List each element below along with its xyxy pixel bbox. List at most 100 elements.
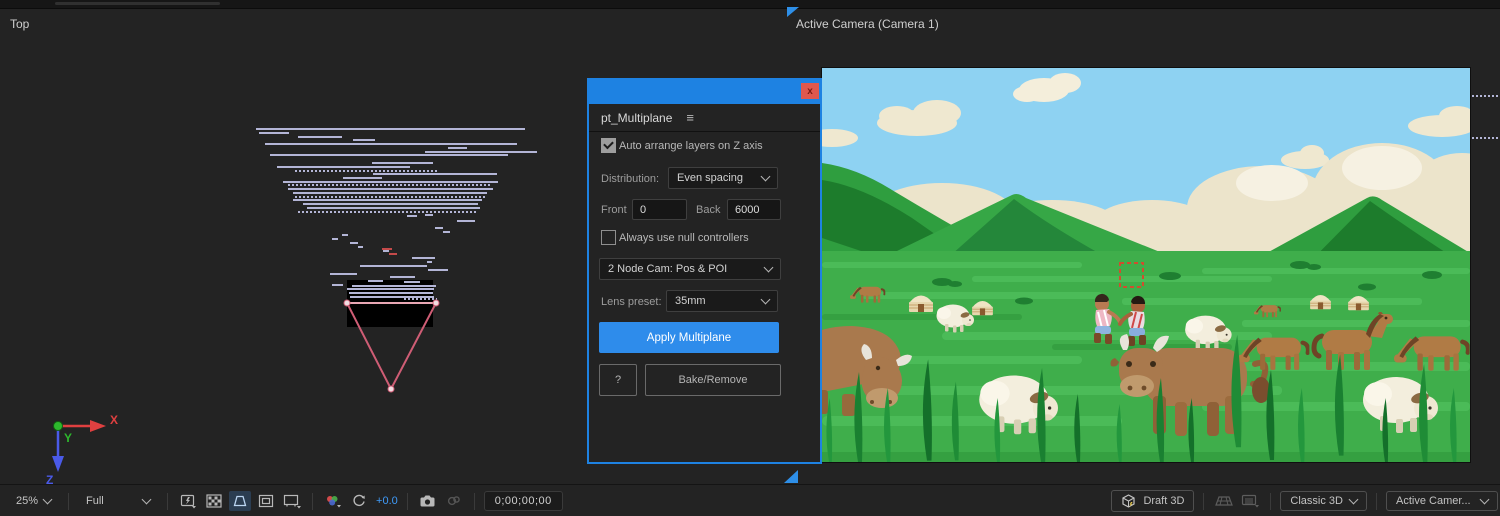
layer-wireframe-line <box>372 162 433 164</box>
camera-frustum[interactable] <box>340 296 444 396</box>
layer-wireframe-line <box>342 234 348 236</box>
layer-wireframe-line <box>1472 137 1500 139</box>
panel-titlebar[interactable]: x <box>587 78 822 104</box>
active-view-marker-bottom <box>784 470 798 483</box>
bake-remove-button[interactable]: Bake/Remove <box>645 364 781 396</box>
chevron-down-icon <box>760 294 771 305</box>
composition-view[interactable] <box>821 67 1471 463</box>
composition-toolbar: 25% Full +0.0 0;00;00;00 Draft 3D Classi… <box>0 484 1500 516</box>
ground-plane-icon[interactable] <box>1213 491 1235 511</box>
z-axis-arrow <box>52 456 64 472</box>
layer-wireframe-line <box>435 227 443 229</box>
help-button[interactable]: ? <box>599 364 637 396</box>
auto-arrange-checkbox[interactable] <box>601 138 616 153</box>
fast-previews-button[interactable] <box>177 491 199 511</box>
layer-wireframe-line <box>295 196 485 198</box>
lens-preset-dropdown[interactable]: 35mm <box>666 290 778 312</box>
layer-wireframe-line <box>298 136 342 138</box>
layer-wireframe-line <box>332 284 343 286</box>
chevron-down-icon <box>760 171 771 182</box>
layer-wireframe-line <box>283 181 498 183</box>
layer-wireframe-line <box>407 215 417 217</box>
lens-preset-label: Lens preset: <box>601 296 662 308</box>
layer-wireframe-line <box>298 211 478 213</box>
layer-wireframe-line <box>293 192 487 194</box>
layer-wireframe-line <box>353 139 375 141</box>
grid-guides-button[interactable] <box>281 491 303 511</box>
renderer-dropdown[interactable]: Classic 3D <box>1280 491 1367 511</box>
layer-wireframe-line <box>265 143 517 145</box>
layer-wireframe-line <box>1472 95 1500 97</box>
mask-visibility-button[interactable] <box>229 491 252 511</box>
layer-wireframe-line <box>425 214 433 216</box>
reset-exposure-button[interactable] <box>348 491 370 511</box>
layer-wireframe-line <box>256 128 525 130</box>
take-snapshot-button[interactable] <box>417 491 439 511</box>
panel-top-edge <box>0 0 1500 9</box>
close-button[interactable]: x <box>801 83 819 99</box>
chevron-down-icon <box>1479 494 1490 505</box>
active-camera-view-label: Active Camera (Camera 1) <box>796 17 939 31</box>
layer-wireframe-line <box>352 285 436 287</box>
layer-wireframe-line <box>293 199 482 201</box>
layer-wireframe-line <box>383 250 389 252</box>
chevron-down-icon <box>42 494 53 505</box>
layer-wireframe-line <box>373 173 497 175</box>
panel-drag-groove <box>55 2 220 5</box>
layer-wireframe-line <box>259 132 289 134</box>
back-input[interactable]: 6000 <box>727 199 781 220</box>
pt-multiplane-panel: x pt_Multiplane ≡ Auto arrange layers on… <box>587 78 822 464</box>
draft-3d-icon <box>1122 494 1136 508</box>
layer-wireframe-line <box>428 269 448 271</box>
chevron-down-icon <box>763 262 774 273</box>
timecode-display[interactable]: 0;00;00;00 <box>483 491 563 511</box>
show-channel-button[interactable] <box>322 491 344 511</box>
show-snapshot-button[interactable] <box>443 491 465 511</box>
y-axis-label: Y <box>64 431 72 445</box>
layer-wireframe-line <box>425 151 537 153</box>
region-of-interest-button[interactable] <box>255 491 277 511</box>
front-input[interactable]: 0 <box>632 199 687 220</box>
transparency-grid-button[interactable] <box>203 491 225 511</box>
pasture-illustration <box>822 68 1470 462</box>
extended-viewer-icon[interactable] <box>1239 491 1261 511</box>
layer-wireframe-line <box>448 147 467 149</box>
magnification-dropdown[interactable]: 25% <box>8 492 59 510</box>
layer-wireframe-line <box>295 170 438 172</box>
camera-type-dropdown[interactable]: 2 Node Cam: Pos & POI <box>599 258 781 280</box>
x-axis-arrow <box>90 420 106 432</box>
layer-wireframe-line <box>389 253 397 255</box>
layer-wireframe-line <box>343 177 382 179</box>
layer-wireframe-line <box>457 220 475 222</box>
layer-wireframe-line <box>330 273 357 275</box>
distribution-label: Distribution: <box>601 173 660 185</box>
view-layout-dropdown[interactable]: Active Camer... <box>1386 491 1498 511</box>
layer-wireframe-line <box>288 184 492 186</box>
layer-wireframe-line <box>347 288 434 290</box>
auto-arrange-label: Auto arrange layers on Z axis <box>619 140 763 152</box>
resolution-dropdown[interactable]: Full <box>78 492 158 510</box>
axis-origin <box>53 421 63 431</box>
distribution-dropdown[interactable]: Even spacing <box>668 167 778 189</box>
back-label: Back <box>696 204 721 216</box>
chevron-down-icon <box>1348 494 1359 505</box>
panel-menu-icon[interactable]: ≡ <box>686 110 694 125</box>
top-view-label: Top <box>10 17 30 31</box>
layer-wireframe-line <box>360 265 427 267</box>
3d-axis-gizmo: X Y Z <box>46 413 118 487</box>
layer-wireframe-line <box>350 242 358 244</box>
chevron-down-icon <box>141 494 152 505</box>
null-controllers-checkbox[interactable] <box>601 230 616 245</box>
layer-wireframe-line <box>332 238 338 240</box>
layer-wireframe-line <box>443 231 450 233</box>
layer-wireframe-line <box>358 246 363 248</box>
apply-multiplane-button[interactable]: Apply Multiplane <box>599 322 779 353</box>
exposure-value[interactable]: +0.0 <box>376 495 398 507</box>
layer-wireframe-line <box>307 207 480 209</box>
front-label: Front <box>601 204 627 216</box>
draft-3d-button[interactable]: Draft 3D <box>1111 490 1195 512</box>
panel-title: pt_Multiplane <box>601 110 673 125</box>
layer-wireframe-line <box>427 261 432 263</box>
null-controllers-label: Always use null controllers <box>619 232 749 244</box>
layer-wireframe-line <box>349 292 433 294</box>
